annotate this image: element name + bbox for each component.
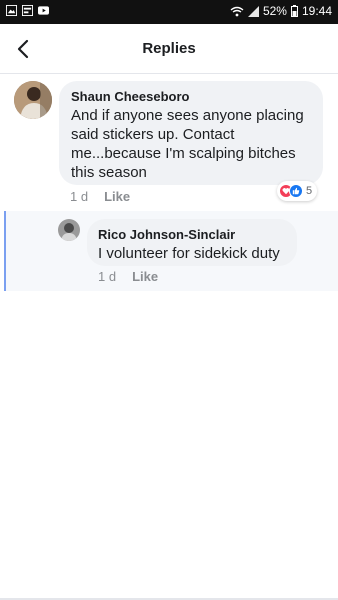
avatar-photo: [58, 219, 80, 241]
reply-like-button[interactable]: Like: [132, 269, 158, 284]
wifi-icon: [230, 6, 244, 16]
comment-bubble[interactable]: Shaun Cheeseboro And if anyone sees anyo…: [59, 81, 323, 185]
reply-author[interactable]: Rico Johnson-Sinclair: [98, 227, 286, 242]
status-left-icons: [6, 5, 49, 16]
commenter-avatar[interactable]: [14, 81, 52, 119]
reaction-count: 5: [306, 185, 313, 197]
signal-icon: [247, 5, 259, 17]
avatar-photo: [14, 81, 52, 119]
comment-meta: 1 d Like: [70, 189, 130, 204]
status-right: 52% 19:44: [230, 4, 332, 18]
gallery-icon: [6, 5, 17, 16]
reply-meta: 1 d Like: [98, 269, 158, 284]
like-reaction-icon: [289, 184, 303, 198]
header: Replies: [0, 24, 338, 74]
reply-avatar[interactable]: [58, 219, 80, 241]
status-bar: 52% 19:44: [0, 0, 338, 24]
battery-icon: [290, 5, 298, 17]
reply-text: I volunteer for sidekick duty: [98, 245, 280, 262]
reaction-summary[interactable]: 5: [277, 181, 318, 201]
reply-bubble[interactable]: Rico Johnson-Sinclair I volunteer for si…: [87, 219, 297, 266]
page-title: Replies: [142, 40, 196, 57]
comment-text: And if anyone sees anyone placing said s…: [71, 107, 304, 181]
comment-time: 1 d: [70, 189, 89, 204]
media-icon: [22, 5, 33, 16]
youtube-icon: [38, 6, 49, 15]
comment-like-button[interactable]: Like: [104, 189, 130, 204]
battery-percent: 52%: [262, 4, 287, 18]
comment-author[interactable]: Shaun Cheeseboro: [71, 89, 311, 104]
clock: 19:44: [301, 4, 332, 18]
reply-time: 1 d: [98, 269, 117, 284]
